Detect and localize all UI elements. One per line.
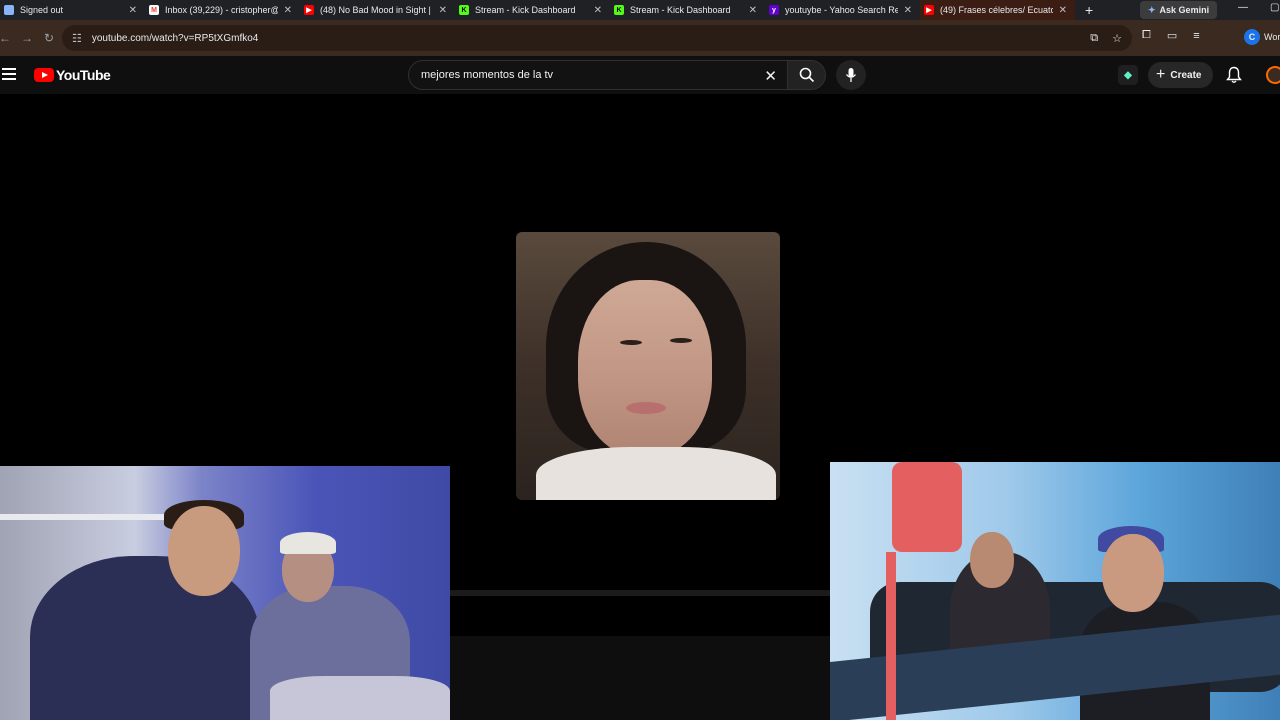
close-icon[interactable]: ✕ <box>749 5 757 16</box>
account-avatar[interactable] <box>1266 66 1280 84</box>
ask-gemini-label: Ask Gemini <box>1159 5 1210 15</box>
tab-kick-2[interactable]: K Stream - Kick Dashboard ✕ <box>610 0 765 20</box>
search-icon <box>799 67 814 83</box>
tab-strip: Signed out ✕ M Inbox (39,229) - cristoph… <box>0 0 1280 20</box>
create-button[interactable]: + Create <box>1148 62 1214 88</box>
close-icon[interactable]: ✕ <box>439 5 447 16</box>
notifications-icon[interactable] <box>1226 66 1242 89</box>
clear-search-icon[interactable]: ✕ <box>764 67 777 85</box>
menu-icon[interactable] <box>2 68 16 83</box>
new-tab-button[interactable]: + <box>1085 2 1093 18</box>
voice-search-button[interactable] <box>836 60 866 90</box>
close-icon[interactable]: ✕ <box>594 5 602 16</box>
plus-icon: + <box>1156 66 1166 83</box>
youtube-logo-text: YouTube <box>56 67 111 83</box>
tab-gmail[interactable]: M Inbox (39,229) - cristopher@ ✕ <box>145 0 300 20</box>
youtube-icon: ▶ <box>924 5 934 15</box>
tab-signed-out[interactable]: Signed out ✕ <box>0 0 145 20</box>
player-lower-panel <box>450 636 830 720</box>
close-icon[interactable]: ✕ <box>129 5 137 16</box>
close-icon[interactable]: ✕ <box>904 5 912 16</box>
tab-title: Inbox (39,229) - cristopher@ <box>165 5 278 15</box>
tab-title: Signed out <box>20 5 64 15</box>
video-frame-woman <box>516 232 780 500</box>
close-icon[interactable]: ✕ <box>1059 5 1067 16</box>
tab-youtube-1[interactable]: ▶ (48) No Bad Mood in Sight | ✕ <box>300 0 455 20</box>
profile-label: Wor <box>1264 32 1280 42</box>
search-input[interactable]: mejores momentos de la tv ✕ <box>408 60 788 90</box>
bookmark-star-icon[interactable]: ☆ <box>1112 32 1122 45</box>
tab-yahoo[interactable]: y youtuybe - Yahoo Search Re ✕ <box>765 0 920 20</box>
tab-title: (49) Frases célebres/ Ecuato <box>940 5 1053 15</box>
tab-kick-1[interactable]: K Stream - Kick Dashboard ✕ <box>455 0 610 20</box>
reload-icon[interactable]: ↻ <box>38 31 60 45</box>
tab-title: (48) No Bad Mood in Sight | <box>320 5 431 15</box>
site-settings-icon[interactable]: ☷ <box>72 32 82 45</box>
tab-title: Stream - Kick Dashboard <box>475 5 576 15</box>
minimize-icon[interactable]: — <box>1238 2 1248 13</box>
gmail-icon: M <box>149 5 159 15</box>
extension-icon[interactable]: ◆ <box>1118 65 1138 85</box>
gemini-sparkle-icon: ✦ <box>1148 4 1156 15</box>
search-button[interactable] <box>788 60 826 90</box>
side-panel-icon[interactable]: ▭ <box>1167 29 1177 42</box>
tab-title: Stream - Kick Dashboard <box>630 5 731 15</box>
search-query[interactable]: mejores momentos de la tv <box>421 69 553 81</box>
install-app-icon[interactable]: ⧉ <box>1090 32 1098 45</box>
ask-gemini-button[interactable]: ✦ Ask Gemini <box>1140 1 1218 19</box>
kick-icon: K <box>459 5 469 15</box>
tab-youtube-active[interactable]: ▶ (49) Frases célebres/ Ecuato ✕ <box>920 0 1075 20</box>
close-icon[interactable]: ✕ <box>284 5 292 16</box>
progress-track <box>450 590 830 596</box>
tab-title: youtuybe - Yahoo Search Re <box>785 5 898 15</box>
kick-icon: K <box>614 5 624 15</box>
profile-button[interactable]: C Wor <box>1244 29 1280 45</box>
maximize-icon[interactable]: ▢ <box>1270 2 1279 13</box>
address-toolbar: ← → ↻ ☷ youtube.com/watch?v=RP5tXGmfko4 … <box>0 20 1280 76</box>
youtube-play-icon <box>34 68 54 82</box>
microphone-icon <box>845 68 857 82</box>
youtube-icon: ▶ <box>304 5 314 15</box>
webcam-right <box>830 462 1280 720</box>
webcam-left <box>0 466 450 720</box>
reading-list-icon[interactable]: ≡ <box>1193 30 1199 42</box>
url-text[interactable]: youtube.com/watch?v=RP5tXGmfko4 <box>92 33 258 44</box>
create-label: Create <box>1170 69 1202 81</box>
omnibox[interactable]: ☷ youtube.com/watch?v=RP5tXGmfko4 ⧉ ☆ <box>62 25 1132 51</box>
youtube-header: YouTube mejores momentos de la tv ✕ ◆ + … <box>0 56 1280 94</box>
youtube-logo[interactable]: YouTube <box>34 67 111 83</box>
back-icon[interactable]: ← <box>0 31 16 45</box>
video-player[interactable] <box>0 94 1280 720</box>
yahoo-icon: y <box>769 5 779 15</box>
extensions-icon[interactable]: ⧠ <box>1142 29 1151 42</box>
profile-avatar: C <box>1244 29 1260 45</box>
browser-page-icon <box>4 5 14 15</box>
forward-icon[interactable]: → <box>16 31 38 45</box>
